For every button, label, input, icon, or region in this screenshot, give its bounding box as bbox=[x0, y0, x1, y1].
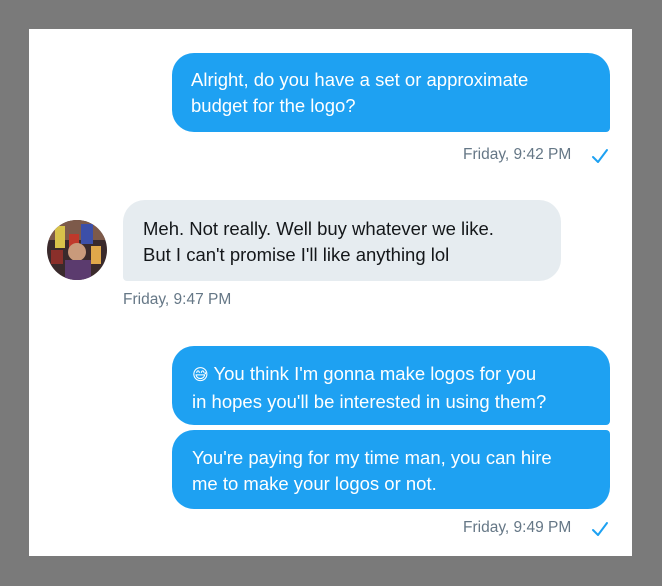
checkmark-icon bbox=[592, 149, 608, 163]
message-bubble-incoming[interactable]: Meh. Not really. Well buy whatever we li… bbox=[123, 200, 561, 281]
message-text-line: Alright, do you have a set or approximat… bbox=[191, 69, 529, 90]
message-bubble-outgoing[interactable]: You're paying for my time man, you can h… bbox=[172, 430, 610, 509]
message-text-line: in hopes you'll be interested in using t… bbox=[192, 391, 547, 412]
message-bubble-outgoing[interactable]: Alright, do you have a set or approximat… bbox=[172, 53, 610, 132]
message-timestamp: Friday, 9:47 PM bbox=[123, 291, 232, 308]
message-text-line: me to make your logos or not. bbox=[192, 473, 437, 494]
avatar-image bbox=[47, 220, 107, 280]
checkmark-icon bbox=[592, 522, 608, 536]
message-text-line: 😅 You think I'm gonna make logos for you bbox=[192, 363, 537, 384]
message-bubble-outgoing[interactable]: 😅 You think I'm gonna make logos for you… bbox=[172, 346, 610, 425]
message-text-line: But I can't promise I'll like anything l… bbox=[143, 244, 450, 265]
user-avatar[interactable] bbox=[47, 220, 107, 280]
conversation-panel: Alright, do you have a set or approximat… bbox=[29, 29, 632, 556]
message-timestamp: Friday, 9:49 PM bbox=[463, 519, 572, 536]
message-text-line: budget for the logo? bbox=[191, 95, 356, 116]
message-text-line: You're paying for my time man, you can h… bbox=[192, 447, 552, 468]
grinning-sweat-emoji: 😅 bbox=[192, 367, 209, 384]
message-text-line: Meh. Not really. Well buy whatever we li… bbox=[143, 218, 494, 239]
message-timestamp: Friday, 9:42 PM bbox=[463, 146, 572, 163]
